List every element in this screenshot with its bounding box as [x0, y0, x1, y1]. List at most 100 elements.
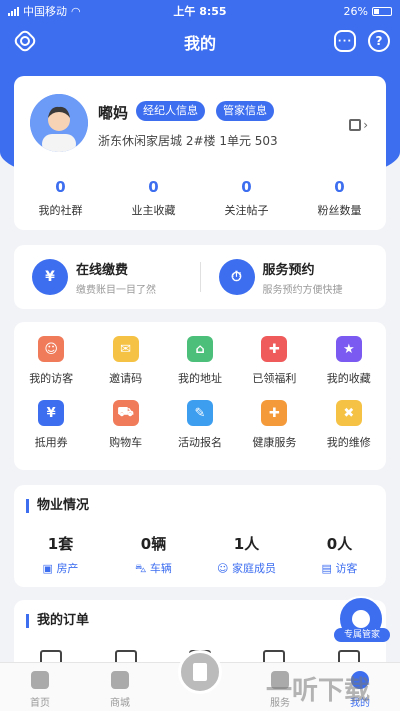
- stat-value: 0: [334, 178, 345, 196]
- butler-info-tag[interactable]: 管家信息: [216, 101, 274, 121]
- stat-fans[interactable]: 0 粉丝数量: [293, 178, 386, 218]
- property-value: 0人: [326, 535, 353, 553]
- property-card: 物业情况 1套 ▣ 房产 0辆 ⛍ 车辆 1人 ☺ 家庭成员 0人 ▤ 访客: [14, 485, 386, 587]
- stat-value: 0: [55, 178, 66, 196]
- property-label: ⛍ 车辆: [135, 562, 172, 575]
- grid-item-label: 抵用券: [34, 436, 68, 449]
- grid-item-health[interactable]: ✚ 健康服务: [237, 400, 311, 450]
- page-title: 我的: [183, 34, 216, 53]
- tab-label: 首页: [30, 698, 50, 709]
- property-value: 1人: [233, 535, 260, 553]
- tab-home[interactable]: 首页: [0, 663, 80, 711]
- address-icon: ⌂: [186, 336, 213, 362]
- agent-info-tag[interactable]: 经纪人信息: [136, 101, 205, 121]
- grid-item-signup[interactable]: ✎ 活动报名: [163, 400, 237, 450]
- property-value: 1套: [47, 535, 74, 553]
- service-title: 在线缴费: [76, 262, 129, 278]
- grid-item-label: 邀请码: [109, 372, 143, 385]
- profile-stats: 0 我的社群 0 业主收藏 0 关注帖子 0 粉丝数量: [14, 178, 386, 218]
- stat-followed-posts[interactable]: 0 关注帖子: [200, 178, 293, 218]
- document-icon: [193, 663, 207, 681]
- butler-icon: [352, 610, 370, 628]
- grid-item-label: 健康服务: [252, 436, 297, 449]
- property-vehicles[interactable]: 0辆 ⛍ 车辆: [107, 533, 200, 577]
- settings-icon[interactable]: [12, 28, 38, 54]
- stat-community[interactable]: 0 我的社群: [14, 178, 107, 218]
- stat-label: 粉丝数量: [317, 204, 362, 217]
- signup-icon: ✎: [186, 400, 213, 426]
- property-visitors[interactable]: 0人 ▤ 访客: [293, 533, 386, 577]
- stat-label: 业主收藏: [131, 204, 176, 217]
- stat-value: 0: [148, 178, 159, 196]
- repair-icon: ✖: [335, 400, 362, 426]
- status-time: 上午 8:55: [173, 5, 227, 18]
- help-icon[interactable]: ?: [368, 30, 390, 52]
- property-label: ▤ 访客: [321, 562, 358, 575]
- grid-item-label: 活动报名: [177, 436, 222, 449]
- grid-item-label: 我的地址: [177, 372, 222, 385]
- profile-card: 嘟妈 经纪人信息 管家信息 浙东休闲家居城 2#楼 1单元 503 › 0 我的社…: [14, 76, 386, 230]
- section-title: 物业情况: [26, 499, 89, 513]
- grid-item-label: 我的访客: [29, 372, 74, 385]
- nav-bar: 我的 ··· ?: [0, 22, 400, 62]
- mall-icon: [111, 671, 129, 689]
- online-payment-button[interactable]: ¥ 在线缴费缴费账目一目了然: [14, 259, 200, 296]
- stat-value: 0: [241, 178, 252, 196]
- grid-item-label: 我的收藏: [326, 372, 371, 385]
- grid-item-label: 已领福利: [252, 372, 297, 385]
- avatar[interactable]: [30, 94, 88, 152]
- message-icon[interactable]: ···: [334, 30, 356, 52]
- watermark: 一听下载: [266, 676, 371, 706]
- tab-mall[interactable]: 商城: [80, 663, 160, 711]
- battery-percent: 26%: [343, 4, 368, 18]
- calendar-icon: ⏱: [218, 259, 255, 295]
- grid-item-label: 我的维修: [326, 436, 371, 449]
- favorite-icon: ★: [335, 336, 362, 362]
- service-title: 服务预约: [262, 262, 315, 278]
- visitor-icon: ☺: [38, 336, 65, 362]
- grid-item-address[interactable]: ⌂ 我的地址: [163, 336, 237, 386]
- function-grid-card: ☺ 我的访客 ✉ 邀请码 ⌂ 我的地址 ✚ 已领福利 ★ 我的收藏 ¥ 抵用券 ⛟ 购物车 ✎ 活动报名 ✚ 健康…: [14, 322, 386, 470]
- home-icon: [31, 671, 49, 689]
- stat-owner-favorites[interactable]: 0 业主收藏: [107, 178, 200, 218]
- health-icon: ✚: [261, 400, 288, 426]
- services-card: ¥ 在线缴费缴费账目一目了然 ⏱ 服务预约服务预约方便快捷: [14, 245, 386, 309]
- payment-icon: ¥: [32, 259, 68, 295]
- grid-item-favorite[interactable]: ★ 我的收藏: [312, 336, 386, 386]
- property-family[interactable]: 1人 ☺ 家庭成员: [200, 533, 293, 577]
- service-booking-button[interactable]: ⏱ 服务预约服务预约方便快捷: [201, 259, 387, 296]
- invite-icon: ✉: [112, 336, 139, 362]
- qr-code-icon: [349, 119, 362, 131]
- cart-icon: ⛟: [112, 400, 139, 426]
- section-title: 我的订单: [26, 614, 89, 628]
- grid-item-visitor[interactable]: ☺ 我的访客: [14, 336, 88, 386]
- property-label: ☺ 家庭成员: [217, 562, 276, 575]
- service-subtitle: 服务预约方便快捷: [262, 284, 343, 296]
- function-grid: ☺ 我的访客 ✉ 邀请码 ⌂ 我的地址 ✚ 已领福利 ★ 我的收藏 ¥ 抵用券 ⛟ 购物车 ✎ 活动报名 ✚ 健康…: [14, 336, 386, 450]
- property-label: ▣ 房产: [42, 562, 79, 575]
- gift-icon: ✚: [261, 336, 288, 362]
- carrier-label: 中国移动: [23, 5, 67, 18]
- wifi-icon: ◠: [71, 4, 81, 18]
- user-address: 浙东休闲家居城 2#楼 1单元 503: [98, 134, 278, 148]
- user-name: 嘟妈: [98, 104, 129, 122]
- stat-label: 关注帖子: [224, 204, 269, 217]
- qr-code-button[interactable]: ›: [349, 118, 368, 132]
- property-value: 0辆: [140, 535, 167, 553]
- battery-icon: [372, 6, 392, 16]
- grid-item-repair[interactable]: ✖ 我的维修: [312, 400, 386, 450]
- service-subtitle: 缴费账目一目了然: [76, 284, 156, 296]
- signal-icon: [8, 6, 19, 16]
- grid-item-gift[interactable]: ✚ 已领福利: [237, 336, 311, 386]
- stat-label: 我的社群: [38, 204, 83, 217]
- chevron-right-icon: ›: [363, 118, 368, 132]
- grid-item-label: 购物车: [109, 436, 143, 449]
- center-action-button[interactable]: [178, 650, 222, 694]
- personal-butler-label[interactable]: 专属管家: [334, 628, 390, 642]
- grid-item-coupon[interactable]: ¥ 抵用券: [14, 400, 88, 450]
- grid-item-invite[interactable]: ✉ 邀请码: [88, 336, 162, 386]
- property-houses[interactable]: 1套 ▣ 房产: [14, 533, 107, 577]
- coupon-icon: ¥: [38, 400, 65, 426]
- status-bar: 中国移动 ◠ 上午 8:55 26%: [0, 0, 400, 22]
- grid-item-cart[interactable]: ⛟ 购物车: [88, 400, 162, 450]
